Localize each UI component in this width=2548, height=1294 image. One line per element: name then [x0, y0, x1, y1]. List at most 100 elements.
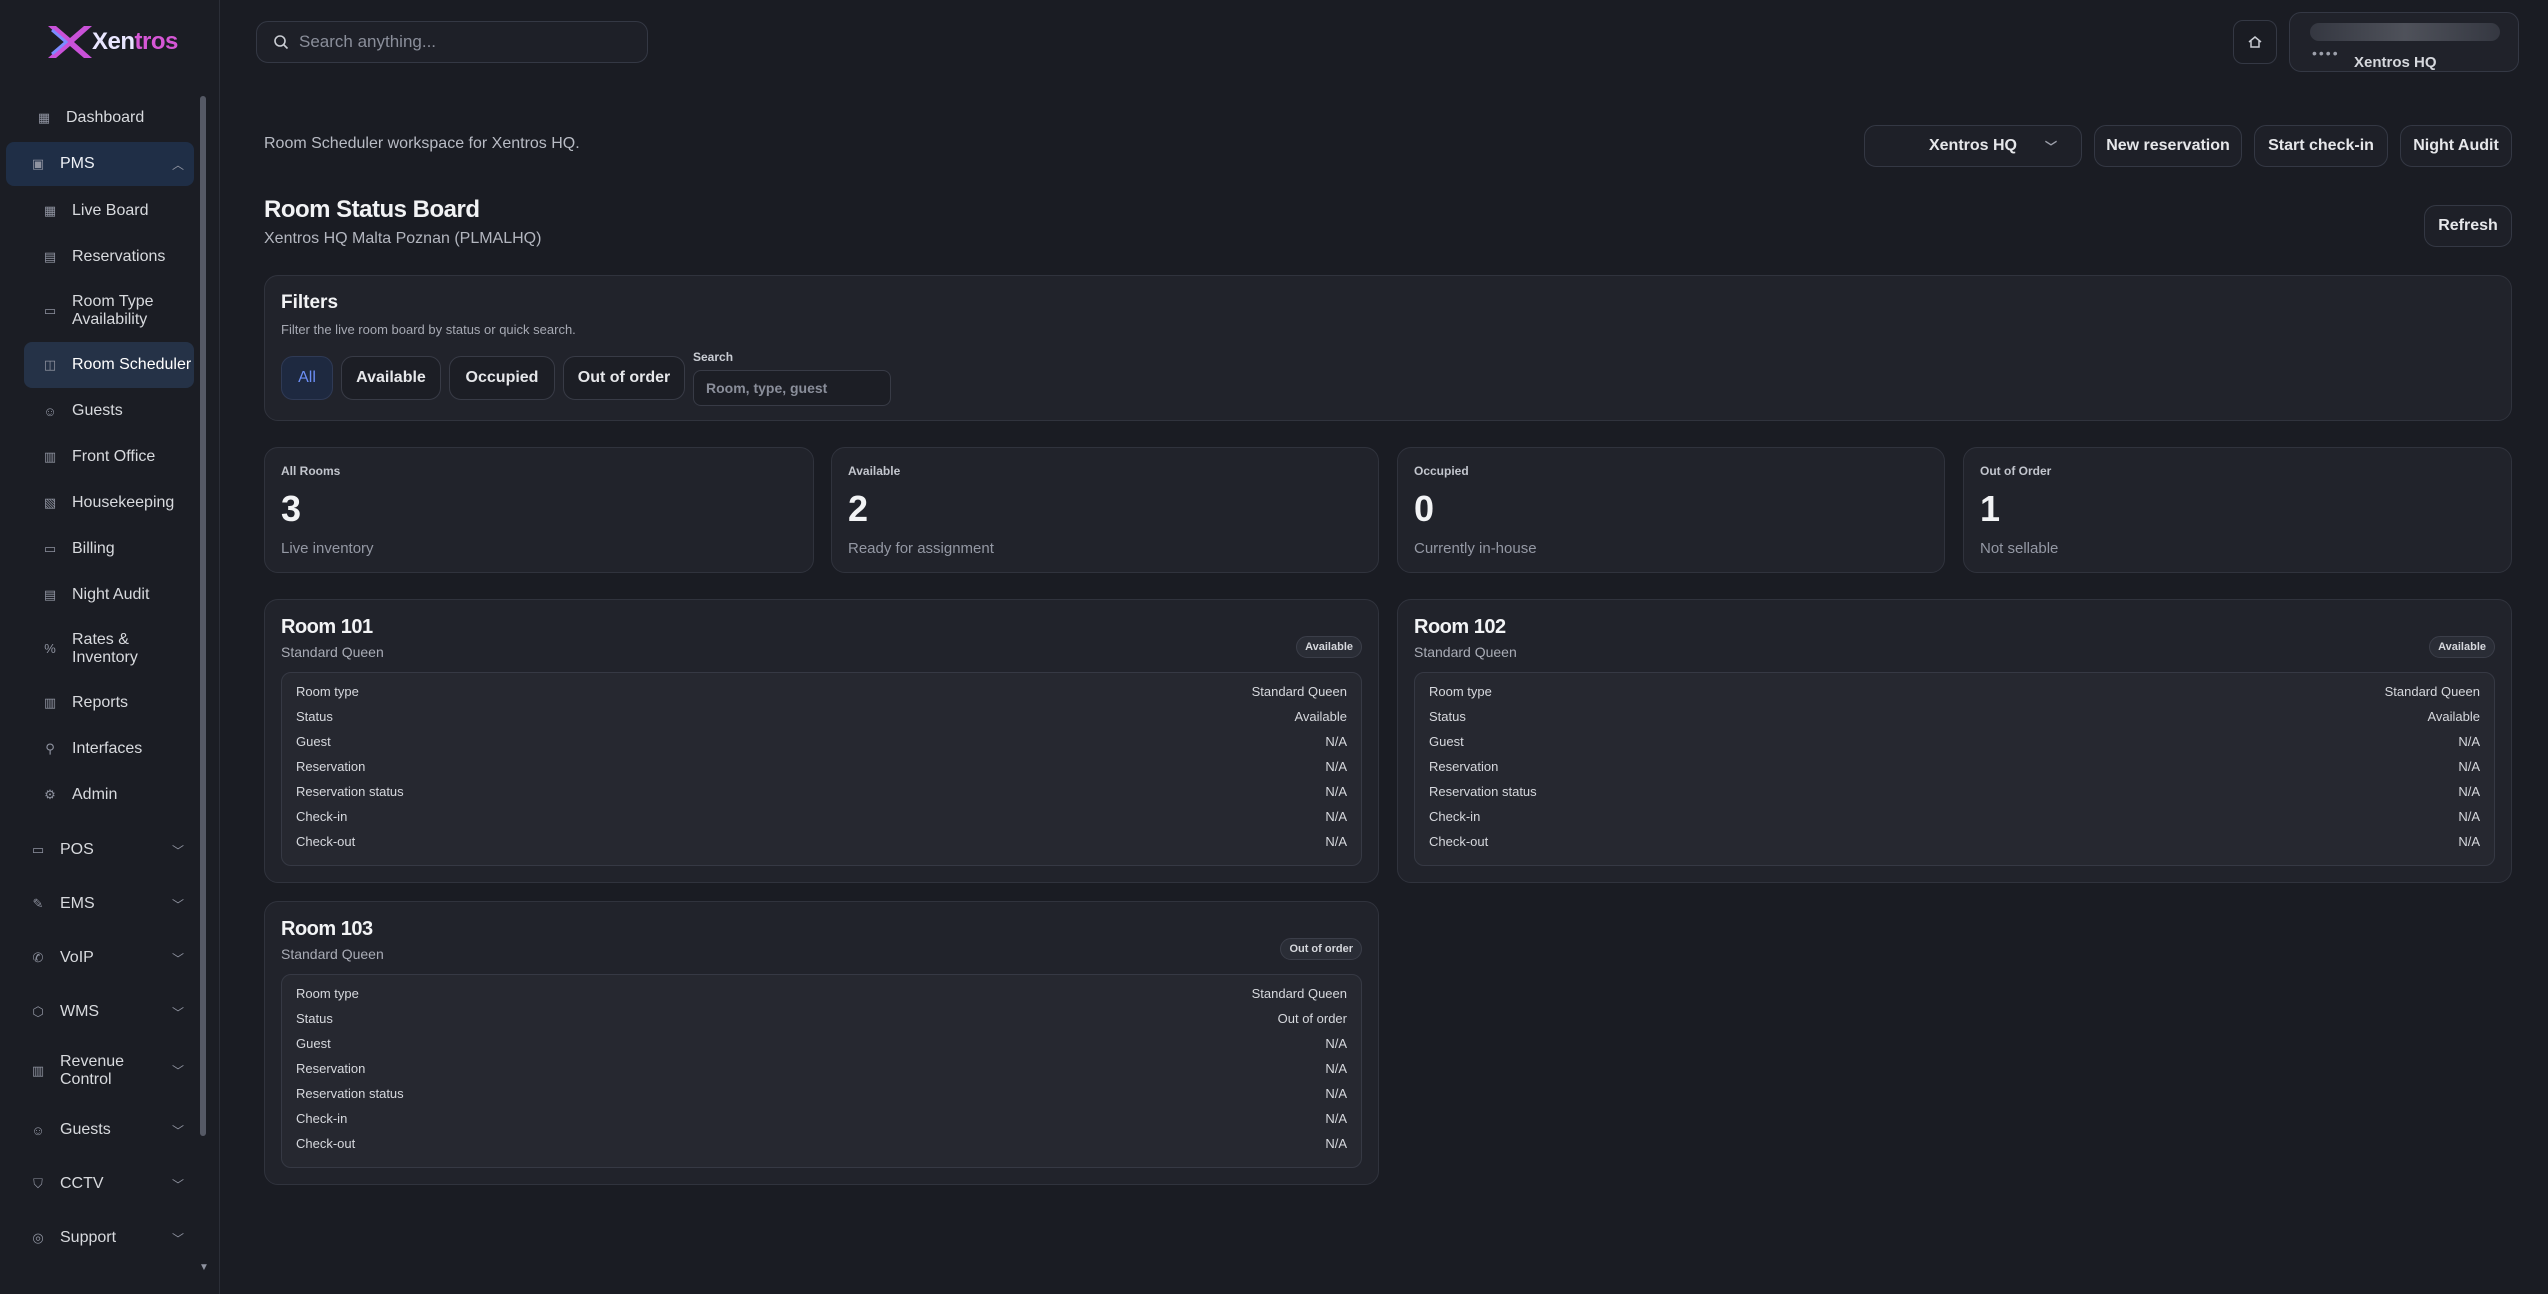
- detail-value: N/A: [1325, 1136, 1347, 1151]
- filter-search-field[interactable]: [693, 370, 891, 406]
- detail-value: N/A: [1325, 1061, 1347, 1076]
- global-search-input[interactable]: [299, 32, 629, 52]
- nav-pms[interactable]: ▣ PMS ︿: [6, 142, 194, 186]
- nav-revenue-control[interactable]: ▥ Revenue Control ﹀: [6, 1040, 194, 1102]
- room-card-103[interactable]: Room 103 Standard Queen Out of order Roo…: [264, 901, 1379, 1185]
- filter-out-of-order[interactable]: Out of order: [563, 356, 685, 400]
- property-select[interactable]: Xentros HQ ﹀: [1864, 125, 2082, 167]
- detail-label: Status: [1429, 709, 1466, 724]
- detail-value: N/A: [2458, 759, 2480, 774]
- status-badge: Available: [2429, 636, 2495, 658]
- box-icon: ⬡: [32, 1004, 44, 1019]
- room-card-101[interactable]: Room 101 Standard Queen Available Room t…: [264, 599, 1379, 883]
- detail-value: N/A: [1325, 784, 1347, 799]
- nav-rates-inventory[interactable]: % Rates & Inventory: [24, 618, 194, 680]
- nav-reports[interactable]: ▥ Reports: [24, 680, 194, 726]
- scheduler-icon: ◫: [43, 357, 57, 372]
- stat-note: Currently in-house: [1414, 540, 1537, 557]
- lifebuoy-icon: ◎: [32, 1230, 44, 1245]
- sidebar-scrollbar[interactable]: [200, 96, 206, 1136]
- detail-value: N/A: [1325, 1036, 1347, 1051]
- workspace-caption: Room Scheduler workspace for Xentros HQ.: [264, 135, 580, 152]
- nav-wms[interactable]: ⬡ WMS ﹀: [6, 986, 194, 1038]
- redacted-user-name: [2310, 23, 2500, 41]
- nav-housekeeping[interactable]: ▧ Housekeeping: [24, 480, 194, 526]
- filter-occupied[interactable]: Occupied: [449, 356, 555, 400]
- nav-front-office[interactable]: ▥ Front Office: [24, 434, 194, 480]
- nav-support[interactable]: ◎ Support ﹀: [6, 1212, 194, 1264]
- bar-chart-icon: ▥: [43, 695, 57, 710]
- grid-icon: ▦: [43, 203, 57, 218]
- refresh-button[interactable]: Refresh: [2424, 205, 2512, 247]
- nav-reservations[interactable]: ▤ Reservations: [24, 234, 194, 280]
- nav-guests-group[interactable]: ☺ Guests ﹀: [6, 1104, 194, 1156]
- new-reservation-button[interactable]: New reservation: [2094, 125, 2242, 167]
- room-name: Room 103: [281, 918, 373, 940]
- detail-label: Reservation: [1429, 759, 1499, 774]
- nav-interfaces[interactable]: ⚲ Interfaces: [24, 726, 194, 772]
- nav-guests[interactable]: ☺ Guests: [24, 388, 194, 434]
- filter-all[interactable]: All: [281, 356, 333, 400]
- users-icon: ☺: [31, 1122, 45, 1138]
- detail-label: Guest: [1429, 734, 1464, 749]
- chevron-down-icon: ﹀: [2044, 139, 2057, 154]
- room-card-102[interactable]: Room 102 Standard Queen Available Room t…: [1397, 599, 2512, 883]
- filters-title: Filters: [281, 292, 339, 313]
- nav-pos[interactable]: ▭ POS ﹀: [6, 824, 194, 876]
- detail-row: Room type Standard Queen: [296, 679, 1347, 704]
- room-type: Standard Queen: [281, 644, 384, 660]
- detail-label: Status: [296, 709, 333, 724]
- filter-available[interactable]: Available: [341, 356, 441, 400]
- detail-row: Room type Standard Queen: [296, 981, 1347, 1006]
- stat-label: Available: [848, 464, 901, 478]
- clipboard-icon: ▧: [43, 495, 57, 510]
- detail-label: Room type: [296, 986, 359, 1001]
- home-button[interactable]: [2233, 20, 2277, 64]
- chevron-up-icon: ︿: [171, 157, 184, 172]
- home-icon: [2248, 36, 2262, 48]
- sidebar-scrollbar-thumb[interactable]: [200, 96, 206, 1136]
- pms-submenu: ▦ Live Board ▤ Reservations ▭ Room Type Ava…: [18, 188, 200, 818]
- nav-billing[interactable]: ▭ Billing: [24, 526, 194, 572]
- brand-logo[interactable]: Xentros: [44, 22, 178, 62]
- xentros-logo-icon: [48, 26, 92, 58]
- user-profile[interactable]: •••• Xentros HQ: [2289, 12, 2519, 72]
- detail-value: Standard Queen: [1251, 684, 1347, 699]
- scroll-down-arrow-icon[interactable]: ▼: [199, 1262, 209, 1273]
- detail-label: Check-out: [296, 1136, 356, 1151]
- nav-night-audit[interactable]: ▤ Night Audit: [24, 572, 194, 618]
- detail-row: Reservation status N/A: [296, 779, 1347, 804]
- detail-row: Status Available: [1429, 704, 2480, 729]
- detail-row: Check-in N/A: [1429, 804, 2480, 829]
- detail-label: Guest: [296, 1036, 331, 1051]
- start-checkin-button[interactable]: Start check-in: [2254, 125, 2388, 167]
- detail-label: Status: [296, 1011, 333, 1026]
- nav-admin[interactable]: ⚙ Admin: [24, 772, 194, 818]
- stat-note: Ready for assignment: [848, 540, 994, 557]
- detail-row: Reservation status N/A: [1429, 779, 2480, 804]
- chevron-down-icon: ﹀: [171, 1005, 184, 1020]
- global-search[interactable]: [256, 21, 648, 63]
- detail-label: Check-in: [296, 809, 348, 824]
- stat-value: 0: [1414, 488, 1435, 529]
- nav-room-scheduler[interactable]: ◫ Room Scheduler: [24, 342, 194, 388]
- nav-voip[interactable]: ✆ VoIP ﹀: [6, 932, 194, 984]
- nav-room-type-availability[interactable]: ▭ Room Type Availability: [24, 280, 194, 342]
- nav-live-board[interactable]: ▦ Live Board: [24, 188, 194, 234]
- detail-value: Standard Queen: [2384, 684, 2480, 699]
- detail-value: Available: [2427, 709, 2480, 724]
- nav-cctv[interactable]: ⛉ CCTV ﹀: [6, 1158, 194, 1210]
- chevron-down-icon: ﹀: [171, 1231, 184, 1246]
- filters-subtitle: Filter the live room board by status or …: [281, 322, 576, 337]
- room-type: Standard Queen: [1414, 644, 1517, 660]
- filter-search-input[interactable]: [694, 371, 890, 405]
- detail-value: N/A: [1325, 809, 1347, 824]
- night-audit-button[interactable]: Night Audit: [2400, 125, 2512, 167]
- detail-row: Guest N/A: [296, 729, 1347, 754]
- detail-row: Check-out N/A: [1429, 829, 2480, 854]
- stat-value: 1: [1980, 488, 2001, 529]
- nav-dashboard[interactable]: ▦ Dashboard: [6, 96, 194, 140]
- chevron-down-icon: ﹀: [171, 897, 184, 912]
- nav-ems[interactable]: ✎ EMS ﹀: [6, 878, 194, 930]
- detail-value: N/A: [1325, 734, 1347, 749]
